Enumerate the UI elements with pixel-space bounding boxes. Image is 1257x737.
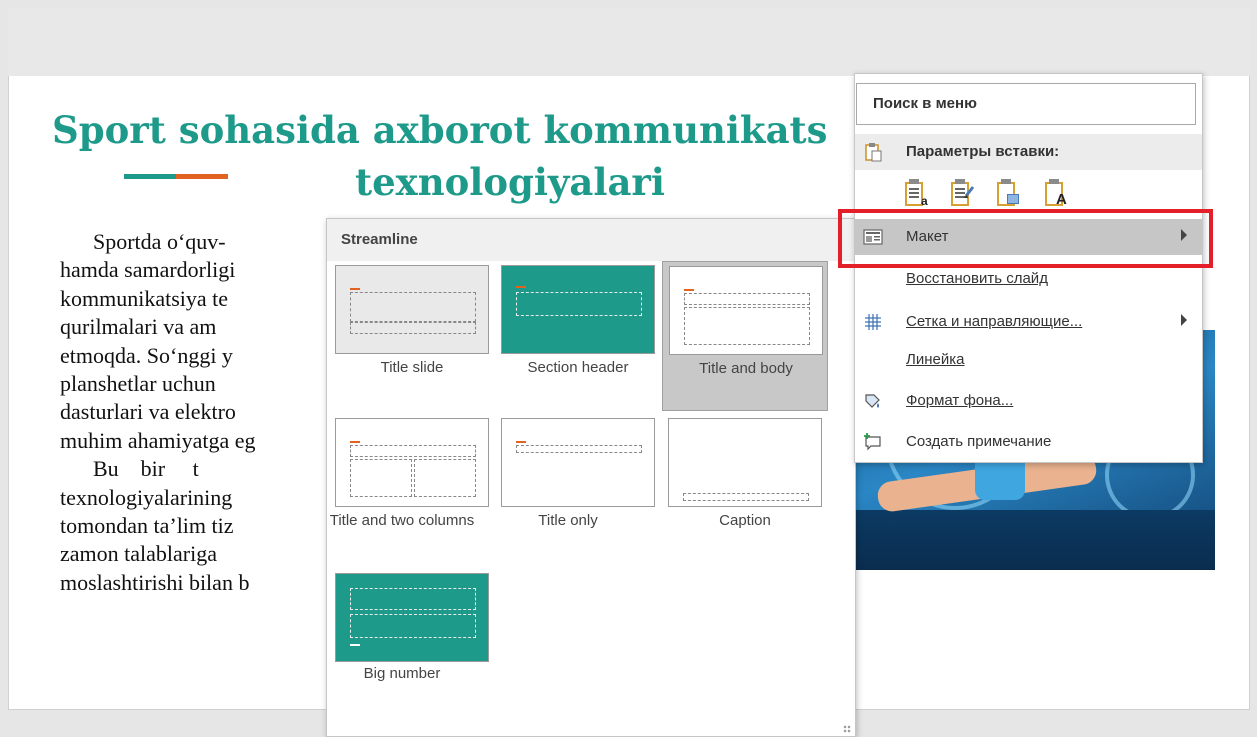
layout-caption[interactable]: Caption [660,414,822,534]
layout-accent [350,644,360,646]
clipboard-clip [1049,179,1059,184]
paste-picture-icon[interactable] [995,178,1021,208]
layout-thumbnail [668,418,822,507]
context-menu: Параметры вставки: a A Макет Восстановит… [854,73,1203,463]
menu-item-format-background[interactable]: Формат фона... [855,383,1202,419]
red-highlight-box [838,209,1213,268]
title-accent-orange [176,174,228,179]
body-line: dasturlari va elektro [60,399,236,425]
layout-title-and-body[interactable]: Title and body [662,261,828,411]
layout-label: Section header [527,359,629,376]
menu-item-new-comment[interactable]: Создать примечание [855,424,1202,460]
paste-text-only-icon[interactable]: A [1043,178,1069,208]
slide-body-text[interactable]: Sportda o‘quv- hamda samardorligi kommun… [60,228,340,597]
layout-title-and-two-columns[interactable]: Title and two columns [327,414,489,564]
clipboard-lines [909,188,919,200]
layout-title-only[interactable]: Title only [493,414,655,534]
paste-text-only-letter: A [1056,191,1067,208]
body-line: etmoqda. So‘nggi y [60,342,233,368]
layout-placeholder [684,307,810,345]
photo-floor [855,510,1215,570]
body-line: qurilmalari va am [60,314,217,340]
layout-accent [350,288,360,290]
layout-label: Title and two columns [329,512,475,529]
layout-gallery: Streamline Title slide Section header Ti… [326,218,856,737]
slide-title[interactable]: Sport sohasida axborot kommunikats texno… [50,104,840,208]
body-line: tomondan ta’lim tiz [60,513,234,539]
body-line: moslashtirishi bilan b [60,569,250,595]
paste-keep-source-icon[interactable]: a [903,178,929,208]
menu-search-placeholder: Поиск в меню [873,95,977,112]
layout-label: Big number [363,665,441,682]
layout-placeholder [350,459,412,497]
body-line: planshetlar uchun [60,371,216,397]
slide-header-band [8,8,1250,76]
paste-options-header: Параметры вставки: [855,134,1202,170]
menu-item-label: Восстановить слайд [906,270,1048,287]
menu-search-input[interactable]: Поиск в меню [856,83,1196,125]
layout-title-slide[interactable]: Title slide [327,261,489,381]
layout-accent [350,441,360,443]
layout-label: Title slide [380,359,444,376]
clipboard-clip [909,179,919,184]
title-accent-teal [124,174,176,179]
layout-thumbnail [335,265,489,354]
picture-thumbnail [1007,194,1019,204]
layout-thumbnail [501,265,655,354]
slide-title-line-2: texnologiyalari [355,160,665,204]
paste-destination-theme-icon[interactable] [949,178,975,208]
layout-placeholder [414,459,476,497]
slide-title-line-1: Sport sohasida axborot kommunikats [52,108,828,152]
new-comment-icon [864,433,881,451]
layout-accent [516,286,526,288]
paste-options-label: Параметры вставки: [906,143,1060,160]
paste-options-icons: a A [903,174,1103,210]
grid-icon [865,314,881,330]
body-line: hamda samardorligi [60,257,236,283]
format-background-icon [865,394,880,408]
menu-item-grid-guides[interactable]: Сетка и направляющие... [855,304,1202,340]
body-line: texnologiyalarining [60,484,233,510]
menu-item-ruler[interactable]: Линейка [855,342,1202,378]
layout-placeholder [350,588,476,610]
layout-thumbnail [335,418,489,507]
layout-placeholder [350,614,476,638]
layout-placeholder [684,293,810,305]
brush-icon [963,186,975,198]
paste-icon [865,143,882,162]
layout-placeholder [350,322,476,334]
layout-thumbnail [335,573,489,662]
layout-accent [684,289,694,291]
paste-keep-source-letter: a [921,194,928,208]
gallery-theme-name: Streamline [327,219,855,261]
layout-placeholder [516,292,642,316]
layout-accent [516,441,526,443]
body-line: zamon talablariga [60,541,217,567]
layout-label: Title and body [699,360,793,377]
layout-placeholder [516,445,642,453]
layout-label: Title only [538,512,598,529]
layout-big-number[interactable]: Big number [327,569,489,689]
layout-section-header[interactable]: Section header [493,261,655,381]
clipboard-clip [1001,179,1011,184]
menu-item-label: Создать примечание [906,433,1052,450]
layout-placeholder [683,493,809,501]
body-line: Sportda o‘quv- [60,229,226,254]
layout-placeholder [350,292,476,322]
menu-item-label: Сетка и направляющие... [906,313,1083,330]
gallery-resize-grip[interactable] [843,725,851,733]
menu-item-label: Линейка [906,351,965,368]
layout-thumbnail [669,266,823,355]
layout-label: Caption [719,512,771,529]
body-line: muhim ahamiyatga eg [60,427,256,453]
clipboard-clip [955,179,965,184]
layout-placeholder [350,445,476,457]
layout-thumbnail [501,418,655,507]
menu-item-label: Формат фона... [906,392,1014,409]
submenu-arrow-icon [1181,314,1187,326]
body-line: kommunikatsiya te [60,285,229,311]
body-line: Bu bir t [60,456,199,482]
